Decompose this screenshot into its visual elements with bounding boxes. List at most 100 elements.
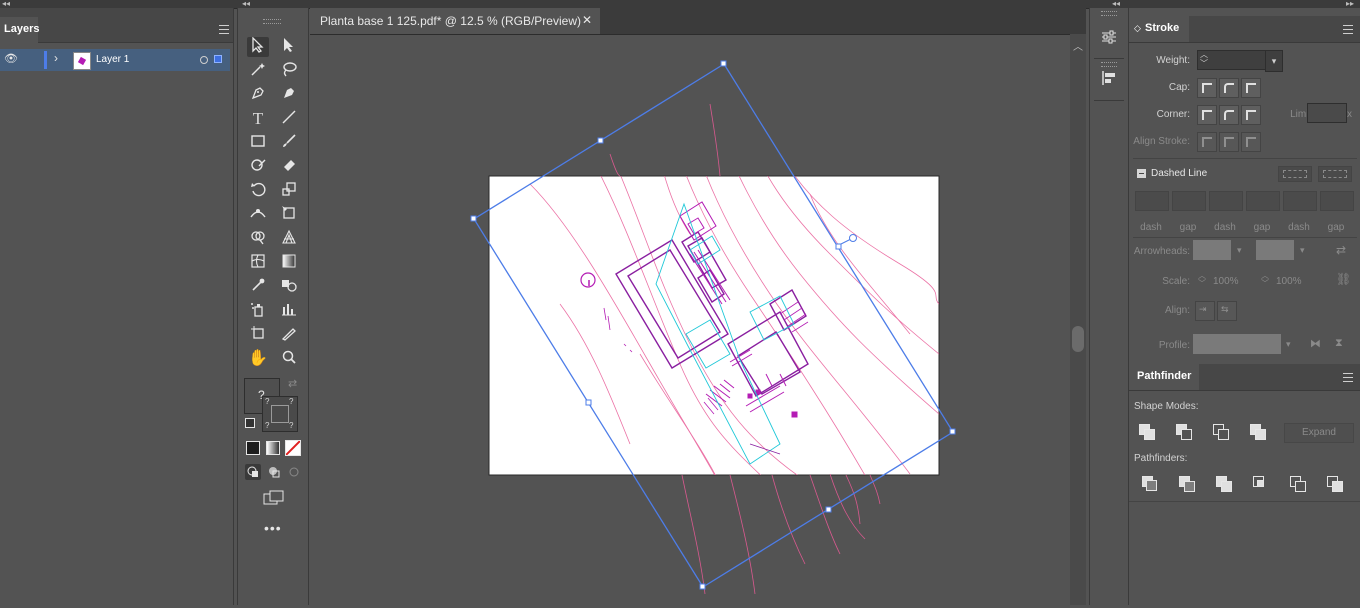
- butt-cap-button[interactable]: [1197, 78, 1217, 98]
- layers-menu-icon[interactable]: [219, 25, 229, 34]
- swap-arrowheads-icon[interactable]: ⇄: [1336, 243, 1346, 257]
- pen-tool-icon[interactable]: [247, 85, 269, 105]
- arrow-align-end-button[interactable]: ⇆: [1217, 301, 1237, 321]
- iconcol-grip[interactable]: [1101, 11, 1117, 16]
- paintbrush-tool-icon[interactable]: [278, 133, 300, 153]
- limit-input[interactable]: [1307, 103, 1347, 123]
- scale-start-stepper-icon[interactable]: ︿ ﹀: [1198, 272, 1206, 288]
- swap-fill-stroke-icon[interactable]: ⇄: [288, 377, 297, 390]
- miter-join-button[interactable]: [1197, 105, 1217, 125]
- start-arrowhead-select[interactable]: [1193, 240, 1231, 260]
- visibility-eye-icon[interactable]: 👁: [4, 52, 18, 65]
- align-panel-icon[interactable]: [1096, 68, 1122, 94]
- layer-row[interactable]: 👁 › Layer 1: [0, 49, 230, 71]
- exclude-button[interactable]: [1248, 422, 1268, 442]
- gradient-tool-icon[interactable]: [278, 253, 300, 273]
- trim-button[interactable]: [1177, 474, 1197, 494]
- edit-toolbar-icon[interactable]: •••: [264, 520, 282, 536]
- none-mode-icon[interactable]: [285, 440, 301, 456]
- properties-panel-icon[interactable]: [1096, 26, 1122, 52]
- default-fill-stroke-icon[interactable]: [245, 418, 255, 428]
- layer-name[interactable]: Layer 1: [96, 54, 129, 65]
- document-tab[interactable]: Planta base 1 125.pdf* @ 12.5 % (RGB/Pre…: [310, 8, 600, 34]
- start-arrowhead-dropdown-icon[interactable]: ▾: [1237, 245, 1242, 256]
- dash-input-3[interactable]: [1283, 191, 1317, 211]
- align-stroke-inside-button[interactable]: [1219, 132, 1239, 152]
- pathfinder-tab[interactable]: Pathfinder: [1129, 364, 1199, 390]
- canvas[interactable]: [310, 34, 1070, 605]
- expand-button[interactable]: Expand: [1284, 423, 1354, 443]
- color-mode-icon[interactable]: [246, 441, 260, 455]
- flip-along-icon[interactable]: ⧓: [1310, 337, 1321, 350]
- column-graph-tool-icon[interactable]: [278, 301, 300, 321]
- direct-selection-tool-icon[interactable]: [278, 37, 300, 57]
- rotate-tool-icon[interactable]: [247, 181, 269, 201]
- layer-selection-square-icon[interactable]: [214, 55, 222, 63]
- dash-input-1[interactable]: [1135, 191, 1169, 211]
- arrow-align-extend-button[interactable]: ⇥: [1195, 301, 1215, 321]
- scroll-thumb[interactable]: [1072, 326, 1084, 352]
- dash-input-2[interactable]: [1209, 191, 1243, 211]
- preserve-dashes-icon[interactable]: [1278, 166, 1312, 182]
- draw-inside-icon[interactable]: [286, 464, 302, 480]
- vertical-scrollbar[interactable]: ︿: [1070, 34, 1086, 605]
- scale-end-value[interactable]: 100%: [1276, 276, 1316, 287]
- gradient-mode-icon[interactable]: [266, 441, 280, 455]
- merge-button[interactable]: [1214, 474, 1234, 494]
- magic-wand-tool-icon[interactable]: [247, 61, 269, 81]
- layers-tab[interactable]: Layers: [0, 17, 39, 44]
- align-stroke-center-button[interactable]: [1197, 132, 1217, 152]
- minus-back-button[interactable]: [1325, 474, 1345, 494]
- free-transform-tool-icon[interactable]: [278, 205, 300, 225]
- tools-grip[interactable]: [263, 19, 281, 24]
- draw-normal-icon[interactable]: [245, 464, 261, 480]
- outline-button[interactable]: [1288, 474, 1308, 494]
- gap-input-2[interactable]: [1246, 191, 1280, 211]
- pathfinder-menu-icon[interactable]: [1343, 373, 1353, 382]
- weight-dropdown-icon[interactable]: ▾: [1265, 50, 1283, 72]
- collapse-right-icon[interactable]: ▸▸: [1346, 0, 1354, 8]
- gap-input-1[interactable]: [1172, 191, 1206, 211]
- profile-select[interactable]: [1193, 334, 1281, 354]
- dashed-line-checkbox[interactable]: [1137, 169, 1146, 178]
- expand-chevron-icon[interactable]: ›: [54, 51, 58, 65]
- scroll-up-icon[interactable]: ︿: [1073, 38, 1083, 53]
- align-stroke-outside-button[interactable]: [1241, 132, 1261, 152]
- iconcol-grip-2[interactable]: [1101, 62, 1117, 67]
- divide-button[interactable]: [1140, 474, 1160, 494]
- shaper-tool-icon[interactable]: [247, 157, 269, 177]
- blend-tool-icon[interactable]: [278, 277, 300, 297]
- symbol-sprayer-tool-icon[interactable]: [247, 301, 269, 321]
- flip-across-icon[interactable]: ⧗: [1335, 337, 1343, 350]
- rectangle-tool-icon[interactable]: [247, 133, 269, 153]
- draw-behind-icon[interactable]: [266, 464, 282, 480]
- unite-button[interactable]: [1137, 422, 1157, 442]
- round-join-button[interactable]: [1219, 105, 1239, 125]
- align-dashes-icon[interactable]: [1318, 166, 1352, 182]
- bevel-join-button[interactable]: [1241, 105, 1261, 125]
- end-arrowhead-dropdown-icon[interactable]: ▾: [1300, 245, 1305, 256]
- perspective-grid-tool-icon[interactable]: [278, 229, 300, 249]
- width-tool-icon[interactable]: [247, 205, 269, 225]
- lasso-tool-icon[interactable]: [278, 61, 300, 81]
- stroke-tab[interactable]: ◇ Stroke: [1129, 16, 1189, 42]
- stroke-swatch[interactable]: ? ? ? ?: [262, 396, 298, 432]
- layer-target-circle-icon[interactable]: [200, 56, 208, 64]
- crop-button[interactable]: [1251, 474, 1271, 494]
- profile-dropdown-icon[interactable]: ▾: [1286, 339, 1291, 350]
- mesh-tool-icon[interactable]: [247, 253, 269, 273]
- type-tool-icon[interactable]: T: [247, 109, 269, 129]
- round-cap-button[interactable]: [1219, 78, 1239, 98]
- scale-end-stepper-icon[interactable]: ︿ ﹀: [1261, 272, 1269, 288]
- close-tab-icon[interactable]: ✕: [582, 13, 592, 27]
- eraser-tool-icon[interactable]: [278, 157, 300, 177]
- end-arrowhead-select[interactable]: [1256, 240, 1294, 260]
- zoom-tool-icon[interactable]: [278, 349, 300, 369]
- line-segment-tool-icon[interactable]: [278, 109, 300, 129]
- scale-tool-icon[interactable]: [278, 181, 300, 201]
- scale-start-value[interactable]: 100%: [1213, 276, 1253, 287]
- slice-tool-icon[interactable]: [278, 325, 300, 345]
- minus-front-button[interactable]: [1174, 422, 1194, 442]
- artboard-tool-icon[interactable]: [247, 325, 269, 345]
- intersect-button[interactable]: [1211, 422, 1231, 442]
